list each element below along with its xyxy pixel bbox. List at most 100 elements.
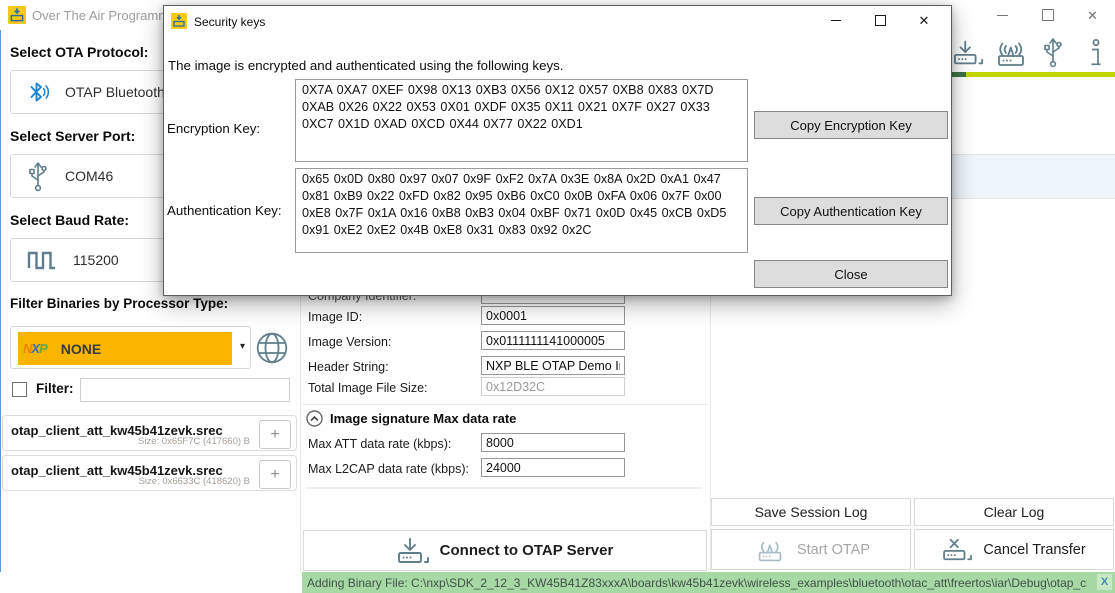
header-string-label: Header String: — [308, 360, 389, 374]
usb-icon — [27, 160, 49, 192]
copy-encryption-key-button[interactable]: Copy Encryption Key — [754, 111, 948, 139]
binary-file-row[interactable]: otap_client_att_kw45b41zevk.srec Size: 0… — [2, 415, 297, 451]
status-close-button[interactable]: X — [1097, 574, 1112, 590]
add-file-button[interactable]: + — [259, 420, 291, 449]
status-bar: Adding Binary File: C:\nxp\SDK_2_12_3_KW… — [302, 572, 1115, 593]
binary-file-size: Size: 0x6633C (418620) B — [139, 476, 250, 487]
dialog-close-action-label: Close — [834, 267, 867, 282]
binary-file-row[interactable]: otap_client_att_kw45b41zevk.srec Size: 0… — [2, 455, 297, 491]
status-message: Adding Binary File: C:\nxp\SDK_2_12_3_KW… — [302, 576, 1087, 590]
device-download-icon — [953, 39, 985, 67]
max-l2cap-input[interactable] — [481, 458, 625, 477]
square-wave-icon — [27, 249, 57, 271]
device-download-icon — [397, 537, 431, 565]
broadcast-router-icon — [752, 537, 788, 563]
start-otap-label: Start OTAP — [797, 542, 870, 558]
section-divider — [306, 487, 702, 489]
toolbar-usb-button[interactable] — [1042, 36, 1064, 68]
dialog-minimize-button[interactable] — [814, 8, 858, 32]
server-port-value: COM46 — [65, 168, 113, 184]
device-cancel-icon — [942, 537, 974, 563]
filter-input[interactable] — [80, 378, 290, 402]
screen: { "colors": { "accent_lime": "#c3d600", … — [0, 0, 1115, 593]
ota-protocol-label: Select OTA Protocol: — [10, 44, 148, 60]
maximize-icon — [875, 15, 886, 26]
minimize-button[interactable] — [980, 0, 1025, 30]
encryption-key-textbox[interactable]: 0X7A 0XA7 0XEF 0X98 0X13 0XB3 0X56 0X12 … — [295, 79, 748, 162]
progress-bar-rest — [966, 72, 1115, 77]
window-left-border — [0, 0, 1, 572]
server-port-label: Select Server Port: — [10, 128, 135, 144]
connect-otap-server-label: Connect to OTAP Server — [440, 542, 614, 559]
collapse-section-button[interactable]: Image signature Max data rate — [306, 410, 516, 427]
image-version-label: Image Version: — [308, 335, 391, 349]
authentication-key-label: Authentication Key: — [167, 203, 282, 218]
usb-icon — [1042, 36, 1064, 68]
close-button[interactable]: ✕ — [1070, 0, 1115, 30]
total-file-size-label: Total Image File Size: — [308, 381, 428, 395]
max-att-input[interactable] — [481, 433, 625, 452]
authentication-key-textbox[interactable]: 0x65 0x0D 0x80 0x97 0x07 0x9F 0xF2 0x7A … — [295, 168, 748, 253]
baud-rate-value: 115200 — [73, 252, 119, 268]
total-file-size-input — [481, 377, 625, 396]
start-otap-button[interactable]: Start OTAP — [711, 529, 911, 570]
image-version-input[interactable] — [481, 331, 625, 350]
save-session-log-button[interactable]: Save Session Log — [711, 498, 911, 526]
dialog-maximize-button[interactable] — [858, 8, 902, 32]
ota-protocol-value: OTAP Bluetooth — [65, 84, 165, 100]
save-session-log-label: Save Session Log — [755, 504, 868, 520]
encryption-key-label: Encryption Key: — [167, 121, 260, 136]
copy-authentication-key-button[interactable]: Copy Authentication Key — [754, 197, 948, 225]
window-controls: ✕ — [980, 0, 1115, 30]
plus-icon: + — [270, 426, 279, 444]
section-divider — [302, 404, 708, 405]
toolbar-info-button[interactable] — [1088, 38, 1104, 68]
max-l2cap-label: Max L2CAP data rate (kbps): — [308, 462, 469, 476]
maximize-icon — [1042, 9, 1054, 21]
app-icon — [8, 6, 26, 29]
processor-globe-button[interactable] — [252, 326, 292, 369]
filter-checkbox[interactable] — [12, 382, 27, 397]
filter-label: Filter: — [36, 381, 74, 396]
broadcast-router-icon — [988, 38, 1034, 68]
globe-icon — [254, 330, 290, 366]
close-icon: ✕ — [919, 14, 930, 27]
window-title: Over The Air Programmin — [32, 8, 179, 23]
close-icon: ✕ — [1087, 9, 1098, 22]
dialog-icon — [171, 13, 187, 34]
chevron-up-circle-icon — [306, 410, 323, 427]
processor-dropdown[interactable]: NXP NONE ▾ — [10, 326, 251, 369]
maximize-button[interactable] — [1025, 0, 1070, 30]
add-file-button[interactable]: + — [259, 460, 291, 489]
clear-log-button[interactable]: Clear Log — [914, 498, 1114, 526]
minimize-icon — [997, 15, 1008, 16]
dialog-title: Security keys — [194, 15, 265, 29]
header-string-input[interactable] — [481, 356, 625, 375]
chevron-down-icon: ▾ — [240, 341, 245, 352]
dialog-close-action-button[interactable]: Close — [754, 260, 948, 288]
cancel-transfer-button[interactable]: Cancel Transfer — [914, 529, 1114, 570]
clear-log-label: Clear Log — [984, 504, 1045, 520]
toolbar-connect-button[interactable] — [953, 39, 985, 67]
security-keys-dialog: Security keys ✕ The image is encrypted a… — [163, 5, 952, 296]
toolbar-otap-button[interactable] — [988, 38, 1034, 68]
plus-icon: + — [270, 466, 279, 484]
cancel-transfer-label: Cancel Transfer — [983, 542, 1085, 558]
signature-section-title: Image signature Max data rate — [330, 411, 516, 426]
minimize-icon — [831, 20, 841, 21]
processor-selected: NXP NONE — [18, 332, 232, 365]
processor-filter-label: Filter Binaries by Processor Type: — [10, 296, 228, 311]
baud-rate-label: Select Baud Rate: — [10, 212, 129, 228]
connect-otap-server-button[interactable]: Connect to OTAP Server — [303, 530, 707, 571]
image-id-label: Image ID: — [308, 310, 362, 324]
info-icon — [1088, 38, 1104, 68]
nxp-logo: NXP — [23, 341, 47, 356]
image-id-input[interactable] — [481, 306, 625, 325]
processor-value: NONE — [61, 341, 101, 357]
copy-encryption-key-label: Copy Encryption Key — [790, 118, 911, 133]
binary-file-size: Size: 0x65F7C (417660) B — [138, 436, 250, 447]
dialog-controls: ✕ — [814, 8, 946, 32]
copy-authentication-key-label: Copy Authentication Key — [780, 204, 922, 219]
dialog-close-button[interactable]: ✕ — [902, 8, 946, 32]
dialog-intro-text: The image is encrypted and authenticated… — [168, 58, 563, 73]
